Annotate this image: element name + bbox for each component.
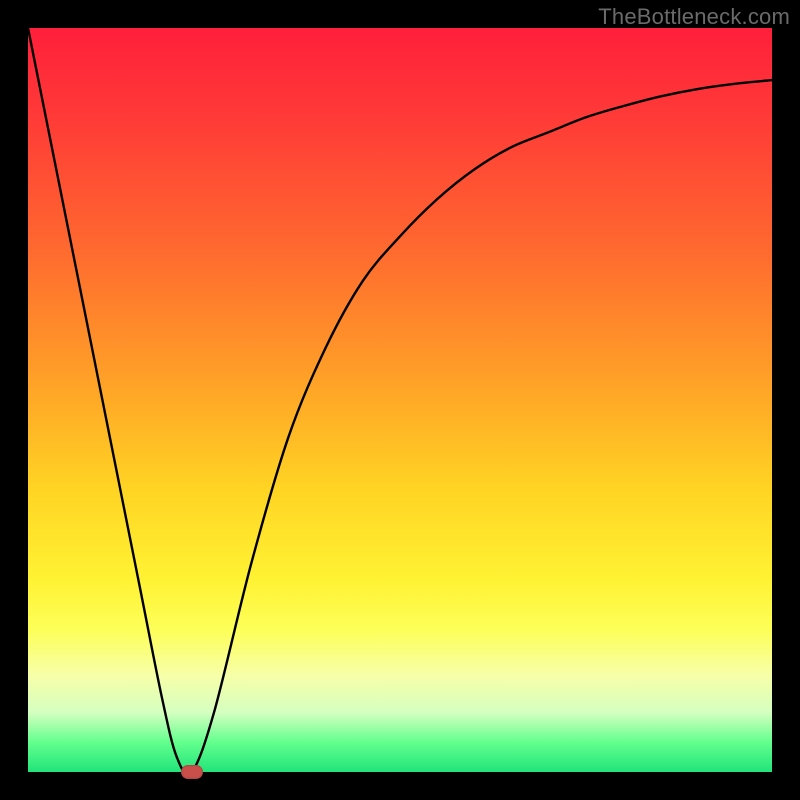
- bottleneck-curve: [28, 28, 772, 772]
- watermark-text: TheBottleneck.com: [598, 4, 790, 30]
- chart-frame: TheBottleneck.com: [0, 0, 800, 800]
- plot-area: [28, 28, 772, 772]
- optimal-marker: [181, 765, 203, 779]
